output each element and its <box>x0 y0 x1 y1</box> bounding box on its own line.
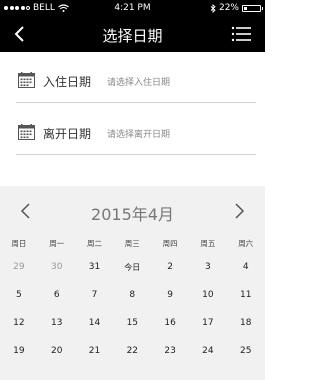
check-in-label: 入住日期 <box>43 75 92 89</box>
check-out-field[interactable]: 离开日期 请选择离开日期 <box>16 118 256 146</box>
nav-bar: 选择日期 <box>0 16 265 52</box>
divider <box>16 102 256 103</box>
weekday-header: 周日 周一 周二 周三 周四 周五 周六 <box>0 236 265 252</box>
calendar-day[interactable]: 4 <box>227 262 265 272</box>
calendar-day[interactable]: 20 <box>38 346 76 356</box>
calendar-day[interactable]: 23 <box>151 346 189 356</box>
status-right: 22% <box>210 3 263 13</box>
calendar-day[interactable]: 19 <box>0 346 38 356</box>
calendar-day[interactable]: 5 <box>0 290 38 300</box>
weekday-label: 周三 <box>124 239 140 248</box>
page-title: 选择日期 <box>102 27 163 45</box>
calendar-week: 5 6 7 8 9 10 11 <box>0 280 265 308</box>
battery-percent: 22% <box>218 3 239 13</box>
calendar-icon <box>18 124 35 140</box>
calendar-day[interactable]: 25 <box>227 346 265 356</box>
calendar-day[interactable]: 3 <box>189 262 227 272</box>
calendar-day[interactable]: 12 <box>0 318 38 328</box>
calendar-day[interactable]: 29 <box>0 262 38 272</box>
calendar-week: 29 30 31 今日 2 3 4 <box>0 252 265 280</box>
calendar-day[interactable]: 24 <box>189 346 227 356</box>
check-out-label: 离开日期 <box>43 127 92 141</box>
weekday-label: 周五 <box>200 239 216 248</box>
calendar-day[interactable]: 15 <box>113 318 151 328</box>
calendar-day[interactable]: 8 <box>113 290 151 300</box>
calendar-day[interactable]: 9 <box>151 290 189 300</box>
battery-fill <box>244 6 248 10</box>
calendar-day[interactable]: 18 <box>227 318 265 328</box>
calendar-day[interactable]: 16 <box>151 318 189 328</box>
calendar-day[interactable]: 13 <box>38 318 76 328</box>
divider <box>16 154 256 155</box>
calendar-panel: 2015年4月 周日 周一 周二 周三 周四 周五 周六 29 30 31 今日… <box>0 186 265 380</box>
check-in-placeholder: 请选择入住日期 <box>107 78 171 88</box>
battery-icon <box>242 4 263 12</box>
calendar-day[interactable]: 6 <box>38 290 76 300</box>
calendar-day[interactable]: 22 <box>113 346 151 356</box>
calendar-grid: 周日 周一 周二 周三 周四 周五 周六 29 30 31 今日 2 3 4 5… <box>0 236 265 364</box>
calendar-week: 12 13 14 15 16 17 18 <box>0 308 265 336</box>
weekday-label: 周二 <box>86 239 102 248</box>
weekday-label: 周四 <box>162 239 178 248</box>
calendar-day-today[interactable]: 今日 <box>113 262 151 273</box>
calendar-day[interactable]: 11 <box>227 290 265 300</box>
calendar-day[interactable]: 2 <box>151 262 189 272</box>
month-title: 2015年4月 <box>91 205 174 224</box>
bluetooth-icon <box>210 3 216 13</box>
weekday-label: 周日 <box>11 239 27 248</box>
weekday-label: 周六 <box>238 239 254 248</box>
status-bar: BELL 4:21 PM 22% <box>0 0 265 16</box>
calendar-week: 19 20 21 22 23 24 25 <box>0 336 265 364</box>
menu-icon[interactable] <box>231 25 251 43</box>
calendar-day[interactable]: 10 <box>189 290 227 300</box>
calendar-day[interactable]: 17 <box>189 318 227 328</box>
weekday-label: 周一 <box>49 239 65 248</box>
calendar-day[interactable]: 14 <box>76 318 114 328</box>
calendar-icon <box>18 72 35 88</box>
calendar-day[interactable]: 31 <box>76 262 114 272</box>
calendar-day[interactable]: 7 <box>76 290 114 300</box>
check-out-placeholder: 请选择离开日期 <box>107 130 171 140</box>
chevron-right-icon[interactable] <box>231 201 247 221</box>
calendar-day[interactable]: 30 <box>38 262 76 272</box>
check-in-field[interactable]: 入住日期 请选择入住日期 <box>16 66 256 94</box>
calendar-day[interactable]: 21 <box>76 346 114 356</box>
